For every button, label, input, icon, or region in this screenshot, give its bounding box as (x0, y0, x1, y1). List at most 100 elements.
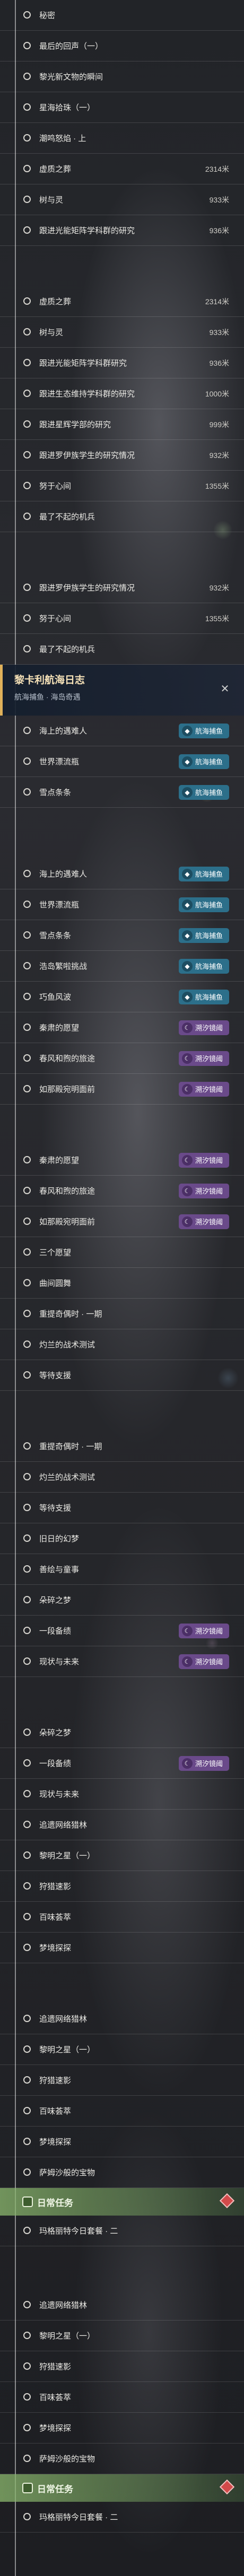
quest-row[interactable]: 星海拾珠（一） (0, 92, 244, 123)
quest-row[interactable]: 最了不起的机兵 (0, 501, 244, 532)
quest-distance: 932米 (209, 583, 229, 592)
quest-row[interactable]: 黎明之星（一） (0, 2321, 244, 2351)
quest-row[interactable]: 重提奇偶时 · 一期 (0, 1299, 244, 1329)
quest-title: 狩猎速影 (39, 2076, 72, 2085)
quest-row[interactable]: 曲间圆舞 (0, 1268, 244, 1299)
close-icon[interactable]: ✕ (216, 681, 233, 698)
tide-mirror-tag: ☾ 溯汐镜阈 (178, 1755, 229, 1771)
quest-row[interactable]: 追遗网络猎林 (0, 2004, 244, 2034)
quest-row[interactable]: 努于心间 1355米 (0, 603, 244, 634)
quest-row[interactable]: 虚质之葬 2314米 (0, 286, 244, 317)
quest-row[interactable]: 潮鸣怒焰 · 上 (0, 123, 244, 154)
quest-row[interactable]: 黎明之星（一） (0, 1840, 244, 1871)
quest-row[interactable]: 最后的回声（一） (0, 31, 244, 61)
quest-title: 百味荟萃 (39, 1913, 72, 1922)
quest-status-icon (23, 2076, 31, 2084)
quest-title: 灼兰的战术测试 (39, 1340, 95, 1349)
quest-row[interactable]: 萨姆沙般的宝物 (0, 2443, 244, 2474)
quest-row[interactable]: 旧日的幻梦 (0, 1523, 244, 1554)
quest-title: 春风和煦的旅途 (39, 1187, 95, 1196)
quest-row[interactable]: 等待支援 (0, 1360, 244, 1391)
quest-row[interactable]: 跟进生态维持学科群的研究 1000米 (0, 378, 244, 409)
quest-row[interactable]: 黎光新文物的瞬间 (0, 61, 244, 92)
quest-row[interactable]: 跟进光能矩阵学科群的研究 936米 (0, 215, 244, 246)
quest-row[interactable]: 善绘与童事 (0, 1554, 244, 1585)
quest-row[interactable]: 树与灵 933米 (0, 317, 244, 348)
quest-row[interactable]: 朵碎之梦 (0, 1585, 244, 1616)
quest-row[interactable]: 等待支援 (0, 1493, 244, 1523)
quest-row[interactable]: 百味荟萃 (0, 1902, 244, 1933)
quest-row[interactable]: 现状与未来 ☾ 溯汐镜阈 (0, 1646, 244, 1677)
quest-row[interactable]: 灼兰的战术测试 (0, 1462, 244, 1493)
quest-status-icon (23, 614, 31, 622)
fishing-tag: ◆ 航海捕鱼 (178, 784, 229, 800)
moon-icon: ☾ (181, 1758, 193, 1769)
quest-row[interactable]: 春风和煦的旅途 ☾ 溯汐镜阈 (0, 1043, 244, 1074)
quest-row[interactable]: 狩猎速影 (0, 2351, 244, 2382)
quest-status-icon (23, 1279, 31, 1286)
quest-row[interactable]: 如那殿宛明面前 ☾ 溯汐镜阈 (0, 1206, 244, 1237)
quest-row[interactable]: 梦境探探 (0, 2413, 244, 2443)
quest-row[interactable]: 巧鱼风波 ◆ 航海捕鱼 (0, 982, 244, 1012)
quest-row[interactable]: 跟进罗伊族学生的研究情况 932米 (0, 572, 244, 603)
quest-title: 一段备绩 (39, 1759, 72, 1768)
quest-row[interactable]: 努于心间 1355米 (0, 471, 244, 501)
quest-row[interactable]: 梦境探探 (0, 2127, 244, 2157)
quest-row[interactable]: 萨姆沙般的宝物 (0, 2157, 244, 2188)
quest-row[interactable]: 雪点条条 ◆ 航海捕鱼 (0, 777, 244, 808)
quest-title: 跟进星辉学部的研究 (39, 420, 111, 429)
quest-row[interactable]: 雪点条条 ◆ 航海捕鱼 (0, 920, 244, 951)
quest-status-icon (23, 1728, 31, 1736)
quest-row[interactable]: 三个愿望 (0, 1237, 244, 1268)
quest-row[interactable]: 追遗网络猎林 (0, 1810, 244, 1840)
quest-row[interactable]: 浩岛繁啦挑战 ◆ 航海捕鱼 (0, 951, 244, 982)
daily-task-row[interactable]: 玛格丽特今日套餐 · 二 (0, 2502, 244, 2533)
quest-row[interactable]: 海上的遇难人 ◆ 航海捕鱼 (0, 859, 244, 889)
quest-row[interactable]: 一段备绩 ☾ 溯汐镜阈 (0, 1748, 244, 1779)
quest-row[interactable]: 秦肃的愿望 ☾ 溯汐镜阈 (0, 1012, 244, 1043)
quest-row[interactable]: 狩猎速影 (0, 2065, 244, 2096)
fishing-tag: ◆ 航海捕鱼 (178, 928, 229, 943)
quest-title: 跟进光能矩阵学科群研究 (39, 359, 127, 368)
quest-row[interactable]: 秘密 (0, 0, 244, 31)
quest-row[interactable]: 跟进罗伊族学生的研究情况 932米 (0, 440, 244, 471)
quest-row[interactable]: 朵碎之梦 (0, 1717, 244, 1748)
quest-row[interactable]: 如那殿宛明面前 ☾ 溯汐镜阈 (0, 1074, 244, 1105)
quest-status-icon (23, 2332, 31, 2339)
quest-row[interactable]: 狩猎速影 (0, 1871, 244, 1902)
task-icon (22, 2483, 33, 2493)
quest-row[interactable]: 世界漂流瓶 ◆ 航海捕鱼 (0, 746, 244, 777)
quest-list-section-9: 追遗网络猎林 黎明之星（一） 狩猎速影 百味荟萃 梦境探探 萨姆沙般的宝物 日常… (0, 2290, 244, 2533)
fish-icon: ◆ (181, 930, 193, 941)
quest-row[interactable]: 黎明之星（一） (0, 2034, 244, 2065)
quest-row[interactable]: 百味荟萃 (0, 2096, 244, 2127)
quest-distance: 933米 (209, 195, 229, 204)
fish-icon: ◆ (181, 756, 193, 767)
quest-title: 灼兰的战术测试 (39, 1473, 95, 1482)
daily-task-header[interactable]: 日常任务 (0, 2474, 244, 2502)
quest-status-icon (23, 2107, 31, 2114)
quest-title: 狩猎速影 (39, 1882, 72, 1891)
quest-row[interactable]: 追遗网络猎林 (0, 2290, 244, 2321)
quest-row[interactable]: 秦肃的愿望 ☾ 溯汐镜阈 (0, 1145, 244, 1176)
quest-row[interactable]: 一段备绩 ☾ 溯汐镜阈 (0, 1616, 244, 1646)
quest-row[interactable]: 梦境探探 (0, 1933, 244, 1963)
quest-row[interactable]: 灼兰的战术测试 (0, 1329, 244, 1360)
daily-task-row[interactable]: 玛格丽特今日套餐 · 二 (0, 2216, 244, 2246)
quest-row[interactable]: 跟进光能矩阵学科群研究 936米 (0, 348, 244, 378)
quest-title: 旧日的幻梦 (39, 1534, 80, 1543)
quest-row[interactable]: 虚质之葬 2314米 (0, 154, 244, 184)
quest-row[interactable]: 现状与未来 (0, 1779, 244, 1810)
quest-row[interactable]: 春风和煦的旅途 ☾ 溯汐镜阈 (0, 1176, 244, 1206)
daily-task-title: 日常任务 (37, 2484, 73, 2494)
red-gem-icon (219, 2193, 235, 2209)
quest-row[interactable]: 跟进星辉学部的研究 999米 (0, 409, 244, 440)
daily-task-header[interactable]: 日常任务 (0, 2188, 244, 2216)
quest-title: 黎明之星（一） (39, 2332, 95, 2341)
quest-row[interactable]: 百味荟萃 (0, 2382, 244, 2413)
quest-row[interactable]: 最了不起的机兵 (0, 634, 244, 665)
quest-row[interactable]: 海上的遇难人 ◆ 航海捕鱼 (0, 716, 244, 746)
quest-row[interactable]: 世界漂流瓶 ◆ 航海捕鱼 (0, 889, 244, 920)
quest-row[interactable]: 树与灵 933米 (0, 184, 244, 215)
quest-row[interactable]: 重提奇偶时 · 一期 (0, 1431, 244, 1462)
